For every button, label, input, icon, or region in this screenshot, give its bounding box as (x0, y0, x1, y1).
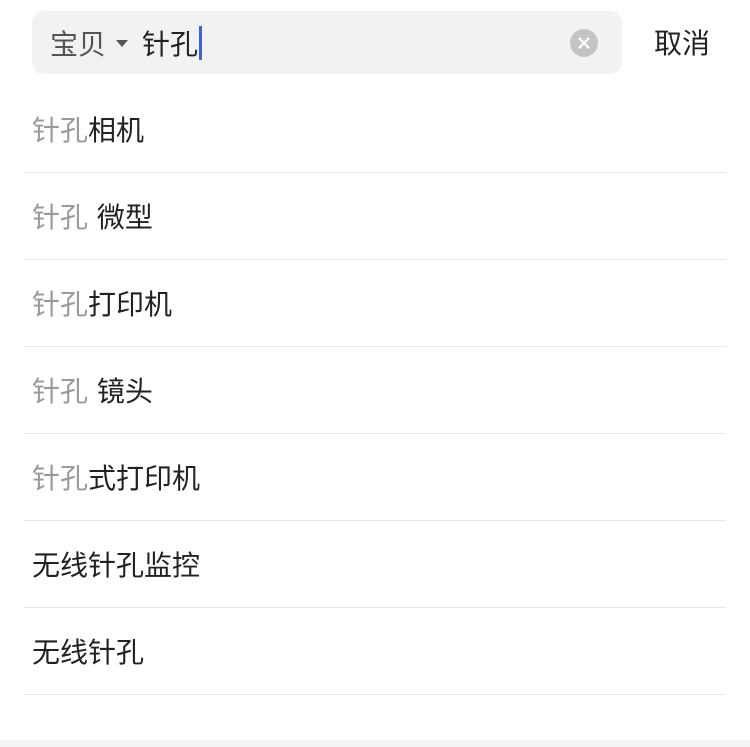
suggestion-rest: 微型 (88, 201, 153, 234)
text-cursor (199, 25, 203, 60)
suggestion-match: 针孔 (32, 462, 89, 495)
clear-search-button[interactable] (570, 29, 598, 57)
suggestion-item[interactable]: 针孔 式打印机 (24, 434, 726, 521)
suggestion-item[interactable]: 针孔 镜头 (24, 347, 726, 434)
suggestion-match: 针孔 (32, 201, 89, 234)
search-query-text: 针孔 (142, 27, 199, 61)
suggestion-rest: 打印机 (88, 288, 173, 321)
search-page: 宝贝 针孔 取消 针孔 相机 针孔 微型 针孔 打印机 针孔 镜头 针孔 式打印机 (0, 0, 750, 747)
search-bar[interactable]: 宝贝 针孔 (32, 11, 622, 74)
suggestion-rest: 无线针孔 (32, 636, 145, 669)
suggestion-match: 针孔 (32, 288, 89, 321)
suggestion-rest: 相机 (88, 114, 145, 147)
cancel-button[interactable]: 取消 (654, 22, 710, 62)
suggestion-item[interactable]: 针孔 微型 (24, 173, 726, 260)
clear-icon (578, 37, 590, 49)
search-input[interactable]: 针孔 (142, 23, 203, 63)
search-scope-label: 宝贝 (50, 27, 107, 61)
suggestion-list: 针孔 相机 针孔 微型 针孔 打印机 针孔 镜头 针孔 式打印机 无线针孔监控 无线针… (24, 86, 726, 695)
suggestion-item[interactable]: 针孔 打印机 (24, 260, 726, 347)
suggestion-item[interactable]: 无线针孔 (24, 608, 726, 695)
search-scope-selector[interactable]: 宝贝 (50, 23, 142, 63)
suggestion-match: 针孔 (32, 114, 89, 147)
suggestion-rest: 无线针孔监控 (32, 549, 201, 582)
suggestion-match: 针孔 (32, 375, 89, 408)
suggestion-item[interactable]: 无线针孔监控 (24, 521, 726, 608)
suggestion-item[interactable]: 针孔 相机 (24, 86, 726, 173)
caret-down-icon (116, 40, 129, 47)
suggestion-rest: 镜头 (88, 375, 153, 408)
bottom-divider (0, 740, 750, 747)
suggestion-rest: 式打印机 (88, 462, 201, 495)
